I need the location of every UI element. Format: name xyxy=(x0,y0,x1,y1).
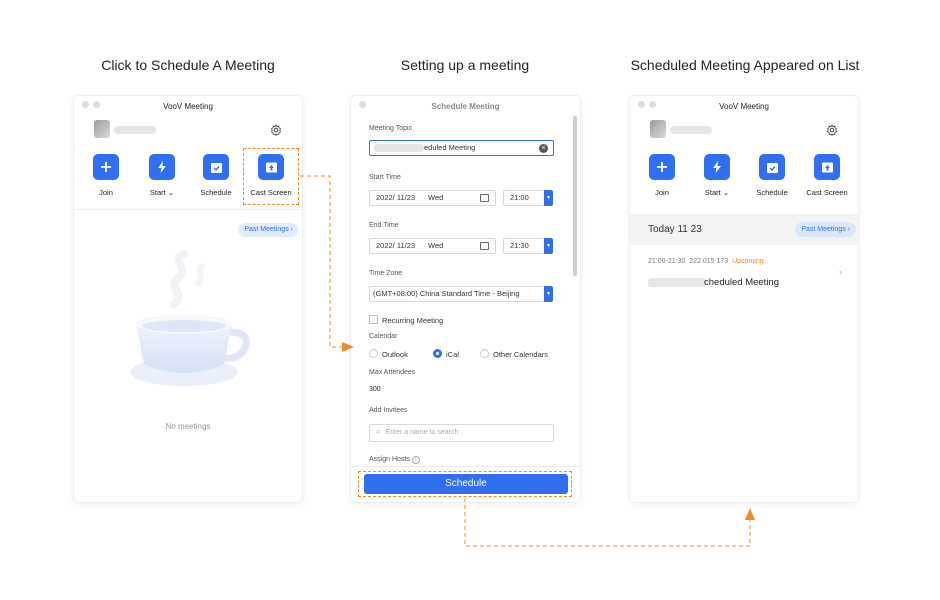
meeting-title: cheduled Meeting xyxy=(704,277,779,288)
topic-value: eduled Meeting xyxy=(424,143,476,152)
start-label: Start xyxy=(704,188,721,197)
schedule-label: Schedule xyxy=(200,188,232,197)
clear-icon[interactable]: × xyxy=(539,144,548,153)
chevron-down-icon: ▼ xyxy=(544,190,553,206)
topic-blurred-text xyxy=(374,144,424,152)
max-attendees-value: 300 xyxy=(369,386,381,393)
max-attendees-label: Max Attendees xyxy=(369,369,416,376)
today-date: Today 11 23 xyxy=(648,224,702,235)
chevron-down-icon: ⌄ xyxy=(165,188,175,197)
plus-icon xyxy=(657,162,667,172)
gear-icon[interactable] xyxy=(826,124,838,136)
start-button[interactable]: Start ⌄ xyxy=(689,154,745,197)
start-day: Wed xyxy=(428,193,444,202)
cast-screen-button[interactable]: Cast Screen xyxy=(799,154,855,197)
cast-screen-highlight xyxy=(243,148,299,205)
join-label: Join xyxy=(99,188,113,197)
end-date-field[interactable]: 2022/ 11/23 Wed xyxy=(369,238,496,254)
user-name-blurred xyxy=(670,126,712,134)
past-meetings-button[interactable]: Past Meetings › xyxy=(795,222,856,237)
lightning-icon xyxy=(158,161,166,173)
outlook-label: Outlook xyxy=(382,350,408,359)
topic-label: Meeting Topic xyxy=(369,125,413,132)
add-invitees-label: Add Invitees xyxy=(369,407,408,414)
heading-scheduled-list: Scheduled Meeting Appeared on List xyxy=(630,57,860,73)
calendar-icon xyxy=(766,162,778,173)
chevron-down-icon: ▼ xyxy=(544,238,553,254)
radio-ical[interactable] xyxy=(433,349,442,358)
chevron-right-icon: › xyxy=(290,226,293,233)
start-date-field[interactable]: 2022/ 11/23 Wed xyxy=(369,190,496,206)
divider xyxy=(74,209,302,210)
recurring-checkbox[interactable] xyxy=(369,315,378,324)
calendar-icon xyxy=(480,242,489,250)
info-icon[interactable]: i xyxy=(411,456,420,464)
meeting-title-blurred xyxy=(648,277,706,287)
calendar-icon xyxy=(210,162,222,173)
end-time-select[interactable]: 21:30 ▼ xyxy=(503,238,553,254)
end-day: Wed xyxy=(428,241,444,250)
timezone-value: (GMT+08:00) China Standard Time - Beijin… xyxy=(373,289,520,298)
recurring-label: Recurring Meeting xyxy=(382,316,444,325)
window-title: VooV Meeting xyxy=(719,102,769,111)
lightning-icon xyxy=(713,161,721,173)
gear-icon[interactable] xyxy=(270,124,282,136)
radio-other-calendars[interactable] xyxy=(480,349,489,358)
invitee-placeholder: Enter a name to search xyxy=(385,429,459,436)
start-time-value: 21:00 xyxy=(510,193,529,202)
join-label: Join xyxy=(655,188,669,197)
window-title: Schedule Meeting xyxy=(431,102,500,111)
timezone-label: Time Zone xyxy=(369,270,403,277)
invitee-search-input[interactable]: ⌕ Enter a name to search xyxy=(369,424,554,442)
plus-icon xyxy=(101,162,111,172)
chevron-right-icon: › xyxy=(847,226,850,233)
start-time-label: Start Time xyxy=(369,174,401,181)
voov-main-window-with-meeting: VooV Meeting Join Start ⌄ Schedule Cast … xyxy=(630,96,858,502)
heading-setting-up: Setting up a meeting xyxy=(400,57,530,73)
window-title: VooV Meeting xyxy=(163,102,213,111)
status-badge: Upcoming xyxy=(732,258,764,265)
end-time-value: 21:30 xyxy=(510,241,529,250)
avatar[interactable] xyxy=(94,120,110,138)
schedule-button-highlight xyxy=(358,471,572,497)
assign-hosts-label: Assign Hosts xyxy=(369,456,410,463)
start-time-select[interactable]: 21:00 ▼ xyxy=(503,190,553,206)
user-name-blurred xyxy=(114,126,156,134)
heading-click-to-schedule: Click to Schedule A Meeting xyxy=(101,57,275,73)
schedule-meeting-window: Schedule Meeting Meeting Topic eduled Me… xyxy=(351,96,580,502)
join-button[interactable]: Join xyxy=(634,154,690,197)
start-button[interactable]: Start ⌄ xyxy=(134,154,190,197)
timezone-select[interactable]: (GMT+08:00) China Standard Time - Beijin… xyxy=(369,286,553,302)
cast-screen-label: Cast Screen xyxy=(806,188,848,197)
chevron-right-icon[interactable]: › xyxy=(839,267,842,277)
avatar[interactable] xyxy=(650,120,666,138)
start-date: 2022/ 11/23 xyxy=(376,193,416,202)
end-date: 2022/ 11/23 xyxy=(376,241,416,250)
end-time-label: End Time xyxy=(369,222,399,229)
schedule-button[interactable]: Schedule xyxy=(744,154,800,197)
cast-screen-icon xyxy=(821,162,833,172)
schedule-button[interactable]: Schedule xyxy=(188,154,244,197)
past-meetings-button[interactable]: Past Meetings › xyxy=(238,223,298,237)
search-icon: ⌕ xyxy=(376,427,381,436)
chevron-down-icon: ⌄ xyxy=(720,188,730,197)
start-label: Start xyxy=(149,188,166,197)
meeting-time: 21:00-21:30 xyxy=(648,258,686,265)
no-meetings-text: No meetings xyxy=(165,422,211,431)
other-calendars-label: Other Calendars xyxy=(493,350,549,359)
calendar-label: Calendar xyxy=(369,333,398,340)
meeting-id: 222 015 173 xyxy=(689,258,729,265)
radio-outlook[interactable] xyxy=(369,349,378,358)
ical-label: iCal xyxy=(446,350,459,359)
scrollbar[interactable] xyxy=(573,116,577,276)
calendar-icon xyxy=(480,194,489,202)
chevron-down-icon: ▼ xyxy=(544,286,553,302)
topic-input[interactable]: eduled Meeting × xyxy=(369,140,554,156)
coffee-cup-illustration xyxy=(130,250,250,386)
meeting-list-item[interactable]: cheduled Meeting xyxy=(648,277,779,288)
join-button[interactable]: Join xyxy=(78,154,134,197)
meeting-meta: 21:00-21:30 222 015 173 Upcoming xyxy=(648,258,764,265)
schedule-label: Schedule xyxy=(756,188,788,197)
